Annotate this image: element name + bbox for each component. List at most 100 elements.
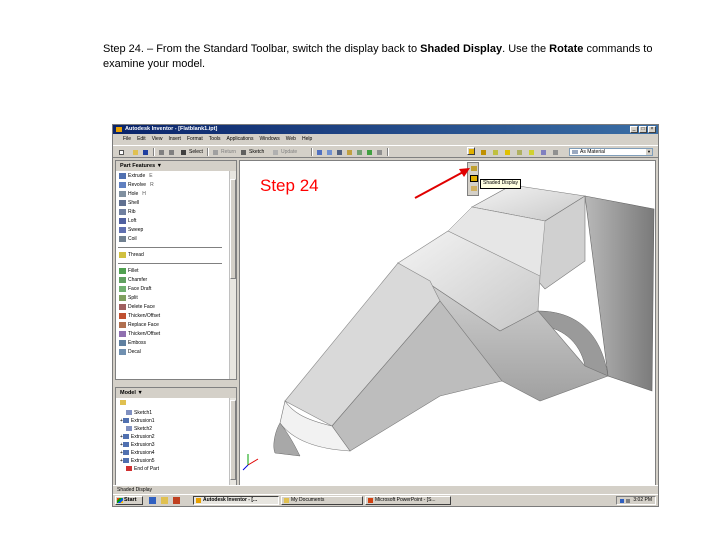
- select-button[interactable]: [179, 148, 187, 156]
- system-tray: 3:02 PM: [616, 496, 656, 505]
- pointer-icon: [181, 150, 186, 155]
- style-button[interactable]: [551, 148, 559, 156]
- browser-scrollbar[interactable]: [229, 398, 236, 494]
- tree-item-sketch2[interactable]: Sketch2: [126, 425, 152, 433]
- tree-item-extrusion2[interactable]: + Extrusion2: [120, 433, 155, 441]
- return-button[interactable]: [211, 148, 219, 156]
- shaded-display-icon[interactable]: [470, 175, 478, 182]
- feature-replace-face[interactable]: Replace Face: [119, 321, 159, 330]
- feature-thicken-offset-2[interactable]: Thicken/Offset: [119, 330, 160, 339]
- task-my-documents[interactable]: My Documents: [281, 496, 363, 505]
- minimize-button[interactable]: _: [630, 126, 638, 133]
- lighting-button[interactable]: [527, 148, 535, 156]
- menu-windows[interactable]: Windows: [259, 135, 279, 144]
- chevron-down-icon[interactable]: ▼: [646, 149, 652, 155]
- feature-revolve[interactable]: Revolve R: [119, 181, 154, 190]
- new-file-button[interactable]: [117, 148, 125, 156]
- zoom-window-button[interactable]: [325, 148, 333, 156]
- menu-applications[interactable]: Applications: [226, 135, 253, 144]
- look-at-button[interactable]: [375, 148, 383, 156]
- tree-item-extrusion1[interactable]: + Extrusion1: [120, 417, 155, 425]
- feature-loft[interactable]: Loft: [119, 217, 136, 226]
- feature-emboss[interactable]: Emboss: [119, 339, 146, 348]
- filter-icon: [120, 400, 126, 406]
- zoom-button[interactable]: [335, 148, 343, 156]
- menu-edit[interactable]: Edit: [137, 135, 146, 144]
- menu-web[interactable]: Web: [286, 135, 296, 144]
- feature-split[interactable]: Split: [119, 294, 138, 303]
- tree-item-extrusion4[interactable]: + Extrusion4: [120, 449, 155, 457]
- feature-thread[interactable]: Thread: [119, 251, 144, 260]
- shaded-display-tooltip: Shaded Display: [480, 179, 522, 189]
- app-icon[interactable]: [173, 497, 180, 504]
- save-button[interactable]: [141, 148, 149, 156]
- wireframe-display-icon[interactable]: [471, 166, 477, 171]
- maximize-button[interactable]: □: [639, 126, 647, 133]
- feature-decal[interactable]: Decal: [119, 348, 141, 357]
- zoom-all-button[interactable]: [315, 148, 323, 156]
- display-mode-button[interactable]: [467, 147, 475, 155]
- tree-item-end-of-part[interactable]: End of Part: [126, 465, 159, 473]
- feature-sweep[interactable]: Sweep: [119, 226, 143, 235]
- feature-extrude[interactable]: Extrude E: [119, 172, 153, 181]
- browser-icon[interactable]: [149, 497, 156, 504]
- browser-filter[interactable]: [120, 399, 128, 407]
- task-inventor[interactable]: Autodesk Inventor - [...: [193, 496, 279, 505]
- graphics-window[interactable]: Step 24: [239, 160, 656, 495]
- network-icon[interactable]: [620, 499, 624, 503]
- shadow-button[interactable]: [479, 148, 487, 156]
- open-file-button[interactable]: [131, 148, 139, 156]
- feature-fillet[interactable]: Fillet: [119, 267, 139, 276]
- return-icon: [213, 150, 218, 155]
- caption-text: . Use the: [502, 43, 550, 55]
- split-icon: [119, 294, 126, 301]
- folder-icon[interactable]: [161, 497, 168, 504]
- feature-face-draft[interactable]: Face Draft: [119, 285, 151, 294]
- camera-button[interactable]: [491, 148, 499, 156]
- pan-button[interactable]: [345, 148, 353, 156]
- tree-item-extrusion3[interactable]: + Extrusion3: [120, 441, 155, 449]
- redo-button[interactable]: [167, 148, 175, 156]
- sketch-button[interactable]: [239, 148, 247, 156]
- feature-hole[interactable]: Hole H: [119, 190, 146, 199]
- analysis-button[interactable]: [539, 148, 547, 156]
- grid-button[interactable]: [515, 148, 523, 156]
- menu-tools[interactable]: Tools: [209, 135, 221, 144]
- delete-face-icon: [119, 303, 126, 310]
- zoom-selected-button[interactable]: [355, 148, 363, 156]
- tree-item-sketch1[interactable]: Sketch1: [126, 409, 152, 417]
- close-button[interactable]: ×: [648, 126, 656, 133]
- menu-help[interactable]: Help: [302, 135, 312, 144]
- menu-file[interactable]: File: [123, 135, 131, 144]
- panel-scrollbar[interactable]: [229, 171, 236, 379]
- color-icon: [505, 150, 510, 155]
- panel-scroll-thumb[interactable]: [230, 179, 236, 279]
- feature-rib[interactable]: Rib: [119, 208, 136, 217]
- sketch-color-button[interactable]: [503, 148, 511, 156]
- menu-format[interactable]: Format: [187, 135, 203, 144]
- look-at-icon: [377, 150, 382, 155]
- feature-shell[interactable]: Shell: [119, 199, 139, 208]
- rotate-button[interactable]: [365, 148, 373, 156]
- feature-delete-face[interactable]: Delete Face: [119, 303, 155, 312]
- volume-icon[interactable]: [626, 499, 630, 503]
- tree-item-extrusion5[interactable]: + Extrusion5: [120, 457, 155, 465]
- feature-thicken-offset[interactable]: Thicken/Offset: [119, 312, 160, 321]
- undo-button[interactable]: [157, 148, 165, 156]
- extrusion-icon: [122, 442, 129, 448]
- menu-insert[interactable]: Insert: [168, 135, 181, 144]
- hidden-edge-display-icon[interactable]: [471, 186, 477, 191]
- panel-bar-title[interactable]: Part Features ▼: [116, 161, 236, 171]
- browser-scroll-thumb[interactable]: [230, 400, 236, 480]
- title-bar: Autodesk Inventor - [Flatblank1.ipt] _ □…: [113, 125, 658, 134]
- material-select[interactable]: As Material ▼: [569, 148, 653, 156]
- feature-chamfer[interactable]: Chamfer: [119, 276, 147, 285]
- powerpoint-icon: [368, 498, 373, 503]
- task-powerpoint[interactable]: Microsoft PowerPoint - [S...: [365, 496, 451, 505]
- start-button[interactable]: Start: [115, 496, 143, 505]
- instruction-caption: Step 24. – From the Standard Toolbar, sw…: [103, 42, 663, 72]
- browser-title[interactable]: Model ▼: [116, 388, 236, 398]
- menu-view[interactable]: View: [152, 135, 163, 144]
- update-button[interactable]: [271, 148, 279, 156]
- feature-coil[interactable]: Coil: [119, 235, 137, 244]
